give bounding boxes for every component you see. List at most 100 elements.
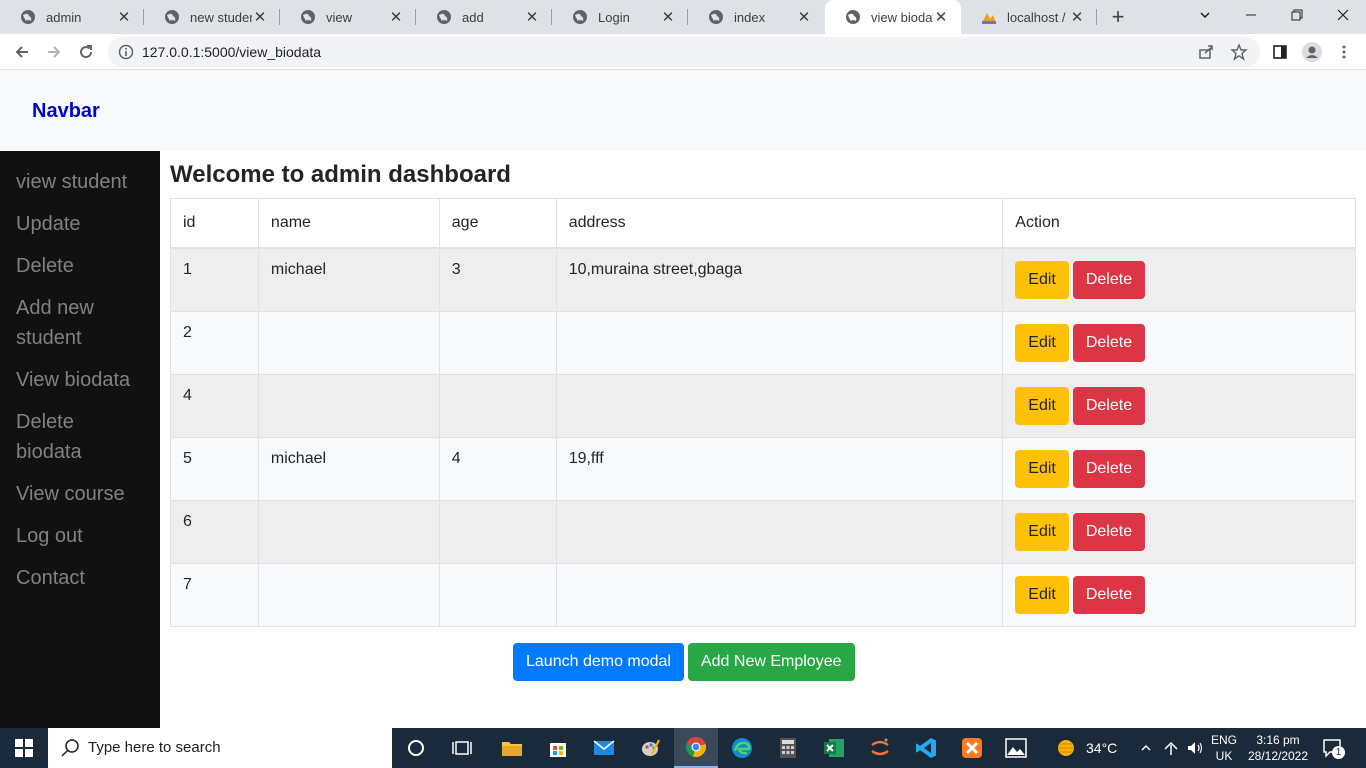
tab-login[interactable]: Login ✕: [552, 0, 688, 34]
cell-age: [438, 499, 557, 564]
add-new-employee-button[interactable]: Add New Employee: [687, 643, 855, 681]
sidebar-item-view-biodata[interactable]: View biodata: [0, 365, 160, 395]
launch-demo-modal-button[interactable]: Launch demo modal: [513, 643, 684, 681]
close-icon[interactable]: ✕: [1069, 9, 1085, 26]
edit-button[interactable]: Edit: [1015, 260, 1069, 299]
restore-button[interactable]: [1274, 0, 1320, 30]
notification-center-button[interactable]: 1: [1322, 738, 1345, 760]
tab-view[interactable]: view ✕: [280, 0, 416, 34]
edit-button[interactable]: Edit: [1015, 323, 1069, 362]
column-header-address: address: [555, 198, 1004, 249]
close-icon[interactable]: ✕: [116, 9, 132, 26]
edit-button[interactable]: Edit: [1015, 449, 1069, 488]
web-page: Navbar view student Update Delete Add ne…: [0, 70, 1366, 728]
sidebar-item-view-student[interactable]: view student: [0, 167, 160, 197]
new-tab-button[interactable]: +: [1104, 4, 1132, 30]
close-icon[interactable]: ✕: [524, 9, 540, 26]
vscode-button[interactable]: [904, 728, 948, 768]
side-panel-button[interactable]: [1266, 38, 1294, 66]
tab-new-student[interactable]: new student ✕: [144, 0, 280, 34]
file-explorer-button[interactable]: [490, 728, 534, 768]
share-icon[interactable]: [1198, 44, 1214, 60]
xampp-button[interactable]: [950, 728, 994, 768]
delete-button[interactable]: Delete: [1072, 449, 1146, 488]
edit-button[interactable]: Edit: [1015, 386, 1069, 425]
search-placeholder[interactable]: Type here to search: [88, 728, 221, 768]
tab-add[interactable]: add ✕: [416, 0, 552, 34]
table-row: 2 Edit Delete: [170, 310, 1356, 375]
chevron-up-icon[interactable]: [1140, 742, 1152, 754]
mail-button[interactable]: [582, 728, 626, 768]
edit-button[interactable]: Edit: [1015, 512, 1069, 551]
globe-icon: [21, 10, 35, 24]
weather-sun-icon[interactable]: [1054, 738, 1078, 758]
sidebar-item-delete-biodata[interactable]: Delete biodata: [0, 407, 160, 467]
close-icon[interactable]: ✕: [933, 9, 949, 26]
close-icon[interactable]: ✕: [660, 9, 676, 26]
calculator-icon: [780, 738, 796, 758]
navbar-brand[interactable]: Navbar: [32, 100, 100, 123]
tab-search-button[interactable]: [1182, 0, 1228, 30]
address-bar[interactable]: 127.0.0.1:5000/view_biodata: [108, 37, 1260, 67]
close-icon[interactable]: ✕: [252, 9, 268, 26]
mail-icon: [593, 740, 615, 755]
info-icon[interactable]: [118, 44, 134, 60]
cell-actions: Edit Delete: [1002, 247, 1356, 312]
cell-age: [438, 373, 557, 438]
store-button[interactable]: [536, 728, 580, 768]
cell-id: 1: [170, 247, 259, 312]
cell-name: [257, 373, 440, 438]
tab-localhost[interactable]: localhost / 12 ✕: [961, 0, 1097, 34]
delete-button[interactable]: Delete: [1072, 260, 1146, 299]
sidebar-item-add-new-student[interactable]: Add new student: [0, 293, 160, 353]
language-code: ENG: [1210, 733, 1237, 747]
tab-index[interactable]: index ✕: [688, 0, 824, 34]
url-text[interactable]: 127.0.0.1:5000/view_biodata: [142, 37, 321, 67]
cell-name: [257, 562, 440, 627]
minimize-button[interactable]: [1228, 0, 1274, 30]
clock-time: 3:16 pm: [1256, 733, 1300, 747]
window-close-button[interactable]: [1320, 0, 1366, 30]
network-icon[interactable]: [1162, 739, 1180, 757]
sidebar-item-delete[interactable]: Delete: [0, 251, 160, 281]
edge-button[interactable]: [720, 728, 764, 768]
tab-admin[interactable]: admin ✕: [0, 0, 144, 34]
edit-button[interactable]: Edit: [1015, 575, 1069, 614]
profile-button[interactable]: [1298, 38, 1326, 66]
sidebar-item-log-out[interactable]: Log out: [0, 521, 160, 551]
delete-button[interactable]: Delete: [1072, 575, 1146, 614]
taskbar-search[interactable]: Type here to search: [48, 728, 392, 768]
weather-temperature[interactable]: 34°C: [1086, 740, 1117, 756]
excel-button[interactable]: [812, 728, 856, 768]
cell-id: 7: [170, 562, 259, 627]
language-indicator[interactable]: ENG UK: [1208, 732, 1240, 764]
sidebar-item-contact[interactable]: Contact: [0, 563, 160, 593]
reload-button[interactable]: [72, 38, 100, 66]
forward-button[interactable]: [40, 38, 68, 66]
vscode-icon: [916, 738, 936, 758]
menu-button[interactable]: [1330, 38, 1358, 66]
clock[interactable]: 3:16 pm 28/12/2022: [1244, 732, 1312, 764]
back-button[interactable]: [8, 38, 36, 66]
tab-title: view: [326, 9, 353, 25]
volume-icon[interactable]: [1186, 739, 1204, 757]
chrome-button[interactable]: [674, 728, 718, 768]
star-icon[interactable]: [1230, 43, 1248, 61]
globe-icon: [301, 10, 315, 24]
cortana-button[interactable]: [394, 728, 438, 768]
delete-button[interactable]: Delete: [1072, 512, 1146, 551]
phpmyadmin-icon: [982, 13, 996, 24]
task-view-button[interactable]: [440, 728, 484, 768]
jupyter-button[interactable]: [858, 728, 902, 768]
calculator-button[interactable]: [766, 728, 810, 768]
sidebar-item-view-course[interactable]: View course: [0, 479, 160, 509]
sidebar-item-update[interactable]: Update: [0, 209, 160, 239]
delete-button[interactable]: Delete: [1072, 323, 1146, 362]
photos-button[interactable]: [994, 728, 1038, 768]
start-button[interactable]: [0, 728, 48, 768]
paint-button[interactable]: [628, 728, 672, 768]
delete-button[interactable]: Delete: [1072, 386, 1146, 425]
close-icon[interactable]: ✕: [796, 9, 812, 26]
tab-view-biodata[interactable]: view biodata ✕: [825, 0, 961, 34]
close-icon[interactable]: ✕: [388, 9, 404, 26]
